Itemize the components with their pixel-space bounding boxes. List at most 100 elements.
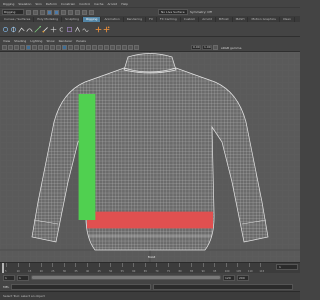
select-camera-icon[interactable]	[2, 45, 7, 50]
command-result-field	[153, 283, 294, 290]
ik-handle-icon[interactable]	[18, 24, 25, 34]
ik-spline-icon[interactable]	[26, 24, 33, 34]
menu-item-skeleton[interactable]: Skeleton	[18, 2, 31, 6]
snap-grid-icon[interactable]	[68, 9, 73, 15]
command-input[interactable]	[11, 283, 152, 290]
timeline-tick	[167, 263, 169, 267]
panel-menu-shading[interactable]: Shading	[14, 39, 26, 43]
viewport-front[interactable]: front	[0, 52, 300, 262]
panel-menu-lighting[interactable]: Lighting	[30, 39, 42, 43]
timeline-tick	[110, 263, 112, 267]
live-surface-field[interactable]: No Live Surface	[158, 9, 188, 15]
locator-icon[interactable]	[50, 24, 57, 34]
timeline-tick	[237, 263, 239, 267]
xray-joints-icon[interactable]	[128, 45, 133, 50]
lattice-icon[interactable]	[66, 24, 73, 34]
safe-action-icon[interactable]	[56, 45, 61, 50]
anti-aliasing-icon[interactable]	[110, 45, 115, 50]
xray-icon[interactable]	[122, 45, 127, 50]
open-scene-icon[interactable]	[33, 9, 38, 15]
bind-skin-icon[interactable]	[34, 24, 41, 34]
menu-item-deform[interactable]: Deform	[46, 2, 57, 6]
panel-menu-show[interactable]: Show	[46, 39, 54, 43]
color-space-dropdown[interactable]: sRGB gamma	[221, 46, 241, 50]
time-slider[interactable]: 1 5 10 15 20 25 30 35 40 45 50 55 60 65 70 75 80 85 90 95 1…	[0, 262, 300, 274]
menu-item-cache[interactable]: Cache	[94, 2, 103, 6]
select-by-object-icon[interactable]	[54, 9, 59, 15]
wireframe-icon[interactable]	[62, 45, 67, 50]
backface-culling-icon[interactable]	[134, 45, 139, 50]
help-line: Select Tool: select an object	[0, 291, 300, 300]
animation-end-field[interactable]: 200	[237, 274, 249, 281]
new-scene-icon[interactable]	[26, 9, 31, 15]
cluster-icon[interactable]: C	[58, 24, 65, 34]
insert-joint-icon[interactable]	[10, 24, 17, 34]
view-axes-icon	[78, 94, 213, 229]
parent-constraint-icon[interactable]	[103, 24, 110, 34]
animation-start-field[interactable]: 1	[3, 274, 15, 281]
menu-item-constrain[interactable]: Constrain	[61, 2, 75, 6]
panel-menu-view[interactable]: View	[3, 39, 10, 43]
menu-set-dropdown[interactable]: Rigging	[2, 9, 24, 15]
range-bar[interactable]	[31, 275, 221, 280]
select-by-hierarchy-icon[interactable]	[47, 9, 52, 15]
playback-start-field[interactable]: 1	[17, 274, 29, 281]
panel-menu-renderer[interactable]: Renderer	[59, 39, 73, 43]
rigging-shelf: C	[0, 22, 300, 37]
camera-attributes-icon[interactable]	[8, 45, 13, 50]
wireframe-on-shaded-icon[interactable]	[74, 45, 79, 50]
shadows-icon[interactable]	[92, 45, 97, 50]
menu-item-control[interactable]: Control	[79, 2, 90, 6]
script-language-label[interactable]: MEL	[3, 285, 9, 289]
camera-name-label: front	[148, 255, 156, 259]
image-plane-icon[interactable]	[20, 45, 25, 50]
symmetry-label[interactable]: Symmetry: Off	[190, 10, 212, 14]
status-line: Rigging No Live Surface Symmetry: Off	[0, 7, 300, 16]
wire-deformer-icon[interactable]	[82, 24, 89, 34]
isolate-select-icon[interactable]	[116, 45, 121, 50]
textured-icon[interactable]	[80, 45, 85, 50]
timeline-tick	[248, 263, 250, 267]
color-management-icon[interactable]	[213, 45, 218, 50]
motion-blur-icon[interactable]	[104, 45, 109, 50]
panel-menu-panels[interactable]: Panels	[76, 39, 86, 43]
lights-icon[interactable]	[86, 45, 91, 50]
current-frame-field[interactable]: 1	[276, 264, 298, 270]
timeline-tick	[214, 263, 216, 267]
timeline-tick	[191, 263, 193, 267]
ambient-occlusion-icon[interactable]	[98, 45, 103, 50]
film-gate-icon[interactable]	[32, 45, 37, 50]
blend-shape-icon[interactable]	[74, 24, 81, 34]
exposure-field[interactable]: 0.00	[191, 45, 201, 50]
field-chart-icon[interactable]	[50, 45, 55, 50]
point-constraint-icon[interactable]	[95, 24, 102, 34]
main-menubar: Rigging Skeleton Skin Deform Constrain Contro…	[0, 0, 300, 7]
playback-end-field[interactable]: 120	[223, 274, 235, 281]
bookmarks-icon[interactable]	[14, 45, 19, 50]
grid-icon[interactable]	[26, 45, 31, 50]
save-scene-icon[interactable]	[40, 9, 45, 15]
panel-toolbar: 0.00 1.00 sRGB gamma	[0, 44, 300, 52]
timeline-tick	[98, 263, 100, 267]
snap-view-plane-icon[interactable]	[89, 9, 94, 15]
menu-item-skin[interactable]: Skin	[35, 2, 41, 6]
range-slider: 1 1 120 200	[0, 273, 300, 282]
timeline-tick	[63, 263, 65, 267]
timeline-tick	[29, 263, 31, 267]
timeline-tick	[40, 263, 42, 267]
menu-item-arnold[interactable]: Arnold	[108, 2, 118, 6]
command-line: MEL	[0, 282, 300, 291]
menu-item-rigging[interactable]: Rigging	[3, 2, 14, 6]
smooth-shade-icon[interactable]	[68, 45, 73, 50]
snap-curve-icon[interactable]	[75, 9, 80, 15]
create-joints-icon[interactable]	[2, 24, 9, 34]
timeline-tick	[202, 263, 204, 267]
svg-text:C: C	[59, 27, 63, 32]
paint-weights-icon[interactable]	[42, 24, 49, 34]
menu-item-help[interactable]: Help	[121, 2, 128, 6]
snap-point-icon[interactable]	[82, 9, 87, 15]
gamma-field[interactable]: 1.00	[202, 45, 212, 50]
resolution-gate-icon[interactable]	[38, 45, 43, 50]
select-by-component-icon[interactable]	[61, 9, 66, 15]
gate-mask-icon[interactable]	[44, 45, 49, 50]
